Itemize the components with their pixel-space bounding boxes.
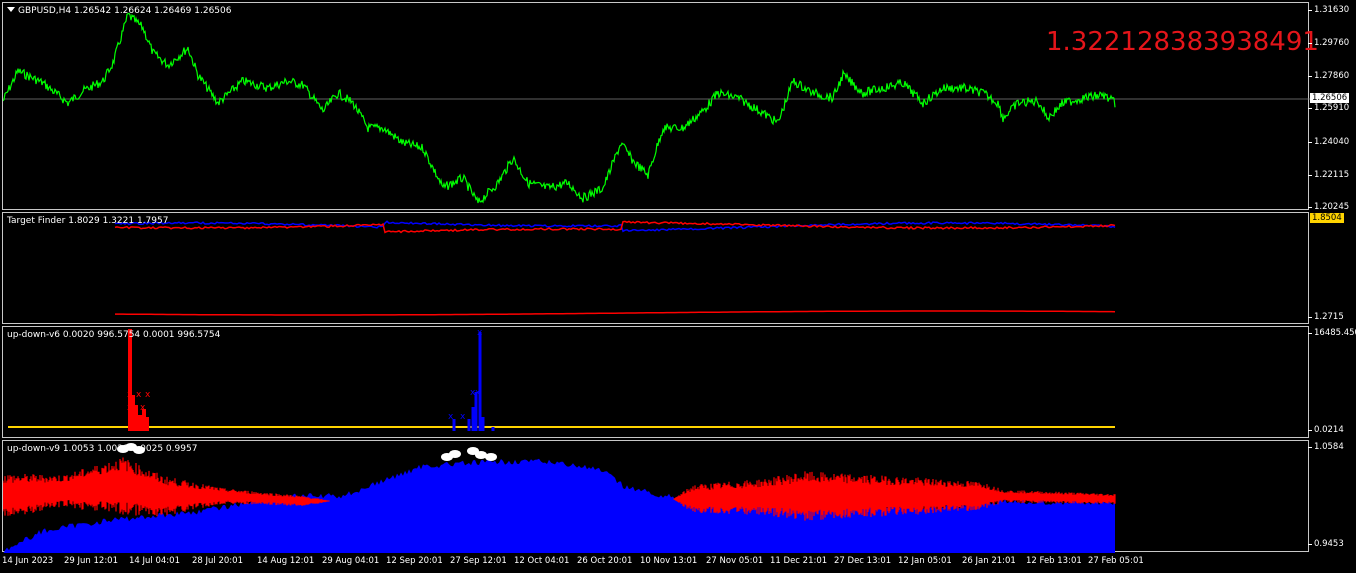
time-tick: 12 Sep 20:01 [386, 556, 443, 566]
price-series-line [3, 12, 1116, 204]
updown-v6-histogram: x x xx xxx xx x [8, 328, 1115, 431]
red-x-marker: x [145, 390, 151, 400]
red-spike-bar [134, 405, 138, 431]
blue-x-marker: x [448, 412, 454, 422]
time-tick: 26 Jan 21:01 [962, 556, 1016, 566]
red-x-marker: x [136, 390, 142, 400]
y-tick: 1.0584 [1308, 442, 1344, 452]
big-value-label: 1.322128383938491 [1046, 27, 1319, 57]
time-tick: 14 Aug 12:01 [257, 556, 315, 566]
time-tick: 12 Oct 04:01 [514, 556, 570, 566]
time-tick: 29 Jun 12:01 [64, 556, 118, 566]
price-y-axis[interactable]: 1.31630 1.29760 1.27860 1.25910 1.24040 … [1307, 2, 1356, 212]
time-tick: 27 Feb 05:01 [1088, 556, 1144, 566]
time-tick: 27 Dec 13:01 [834, 556, 892, 566]
symbol-label: GBPUSD,H4 1.26542 1.26624 1.26469 1.2650… [7, 6, 231, 16]
red-spike-bar [145, 417, 149, 431]
blue-x-marker: x [475, 388, 481, 398]
blue-spike-bar [467, 419, 471, 431]
time-tick: 27 Sep 12:01 [450, 556, 507, 566]
target-finder-pane[interactable]: Target Finder 1.8029 1.3221 1.7957 [2, 212, 1309, 324]
price-chart-pane[interactable]: GBPUSD,H4 1.26542 1.26624 1.26469 1.2650… [2, 2, 1319, 210]
blue-spike-bar [481, 417, 485, 431]
y-tick: 1.22115 [1307, 170, 1350, 180]
updown-v9-y-axis[interactable]: 1.0584 0.9453 [1308, 440, 1356, 552]
updown-v9-label: up-down-v9 1.0053 1.0029 1.0025 0.9957 [7, 444, 198, 454]
updown-v6-label: up-down-v6 0.0020 996.5754 0.0001 996.57… [7, 330, 221, 340]
white-marker [485, 453, 497, 461]
blue-spike-bar [471, 407, 475, 431]
time-tick: 27 Nov 05:01 [706, 556, 764, 566]
red-x-marker: x [140, 403, 146, 413]
y-tick: 1.24040 [1307, 137, 1350, 147]
y-tick: 1.27860 [1307, 71, 1350, 81]
target-finder-lower-line [115, 310, 1116, 316]
y-tick: 1.31630 [1307, 5, 1350, 15]
time-tick: 14 Jul 04:01 [129, 556, 180, 566]
white-marker [449, 450, 461, 458]
time-tick: 29 Aug 04:01 [322, 556, 380, 566]
blue-x-marker: x [477, 328, 483, 338]
y-tick: 0.9453 [1308, 539, 1344, 549]
chart-menu-triangle-icon[interactable] [7, 7, 15, 12]
updown-v6-pane[interactable]: xxxxxxxxxx up-down-v6 0.0020 996.5754 0.… [2, 326, 1309, 438]
time-axis[interactable]: 14 Jun 2023 29 Jun 12:01 14 Jul 04:01 28 Ju… [2, 554, 1309, 570]
y-tick: 0.0214 [1308, 425, 1344, 435]
target-finder-value-box: 1.8504 [1310, 213, 1344, 223]
red-spike-bar [138, 415, 142, 431]
current-price-box: 1.26506 [1310, 93, 1350, 103]
blue-x-marker: x [460, 412, 466, 422]
time-tick: 14 Jun 2023 [2, 556, 54, 566]
y-tick: 1.25910 [1307, 103, 1350, 113]
target-finder-label: Target Finder 1.8029 1.3221 1.7957 [7, 216, 169, 226]
time-tick: 10 Nov 13:01 [640, 556, 698, 566]
updown-v9-area [3, 443, 1116, 553]
y-tick: 1.2715 [1308, 312, 1344, 322]
blue-spike-bar [478, 332, 482, 431]
time-tick: 11 Dec 21:01 [770, 556, 828, 566]
time-tick: 26 Oct 20:01 [577, 556, 633, 566]
time-tick: 12 Jan 05:01 [898, 556, 952, 566]
red-x-marker: x [127, 403, 133, 413]
updown-v6-y-axis[interactable]: 16485.450 0.0214 [1308, 326, 1356, 438]
blue-spike-bar [491, 427, 495, 431]
y-tick: 1.29760 [1307, 38, 1350, 48]
y-tick: 1.20245 [1307, 202, 1350, 212]
target-finder-lines [114, 220, 1116, 316]
time-tick: 28 Jul 20:01 [192, 556, 243, 566]
y-tick: 16485.450 [1308, 328, 1356, 338]
red-x-marker: x [127, 390, 133, 400]
time-tick: 12 Feb 13:01 [1026, 556, 1082, 566]
target-finder-y-axis[interactable]: 1.8504 1.2715 [1308, 212, 1356, 324]
updown-v9-pane[interactable]: up-down-v9 1.0053 1.0029 1.0025 0.9957 [2, 440, 1309, 553]
